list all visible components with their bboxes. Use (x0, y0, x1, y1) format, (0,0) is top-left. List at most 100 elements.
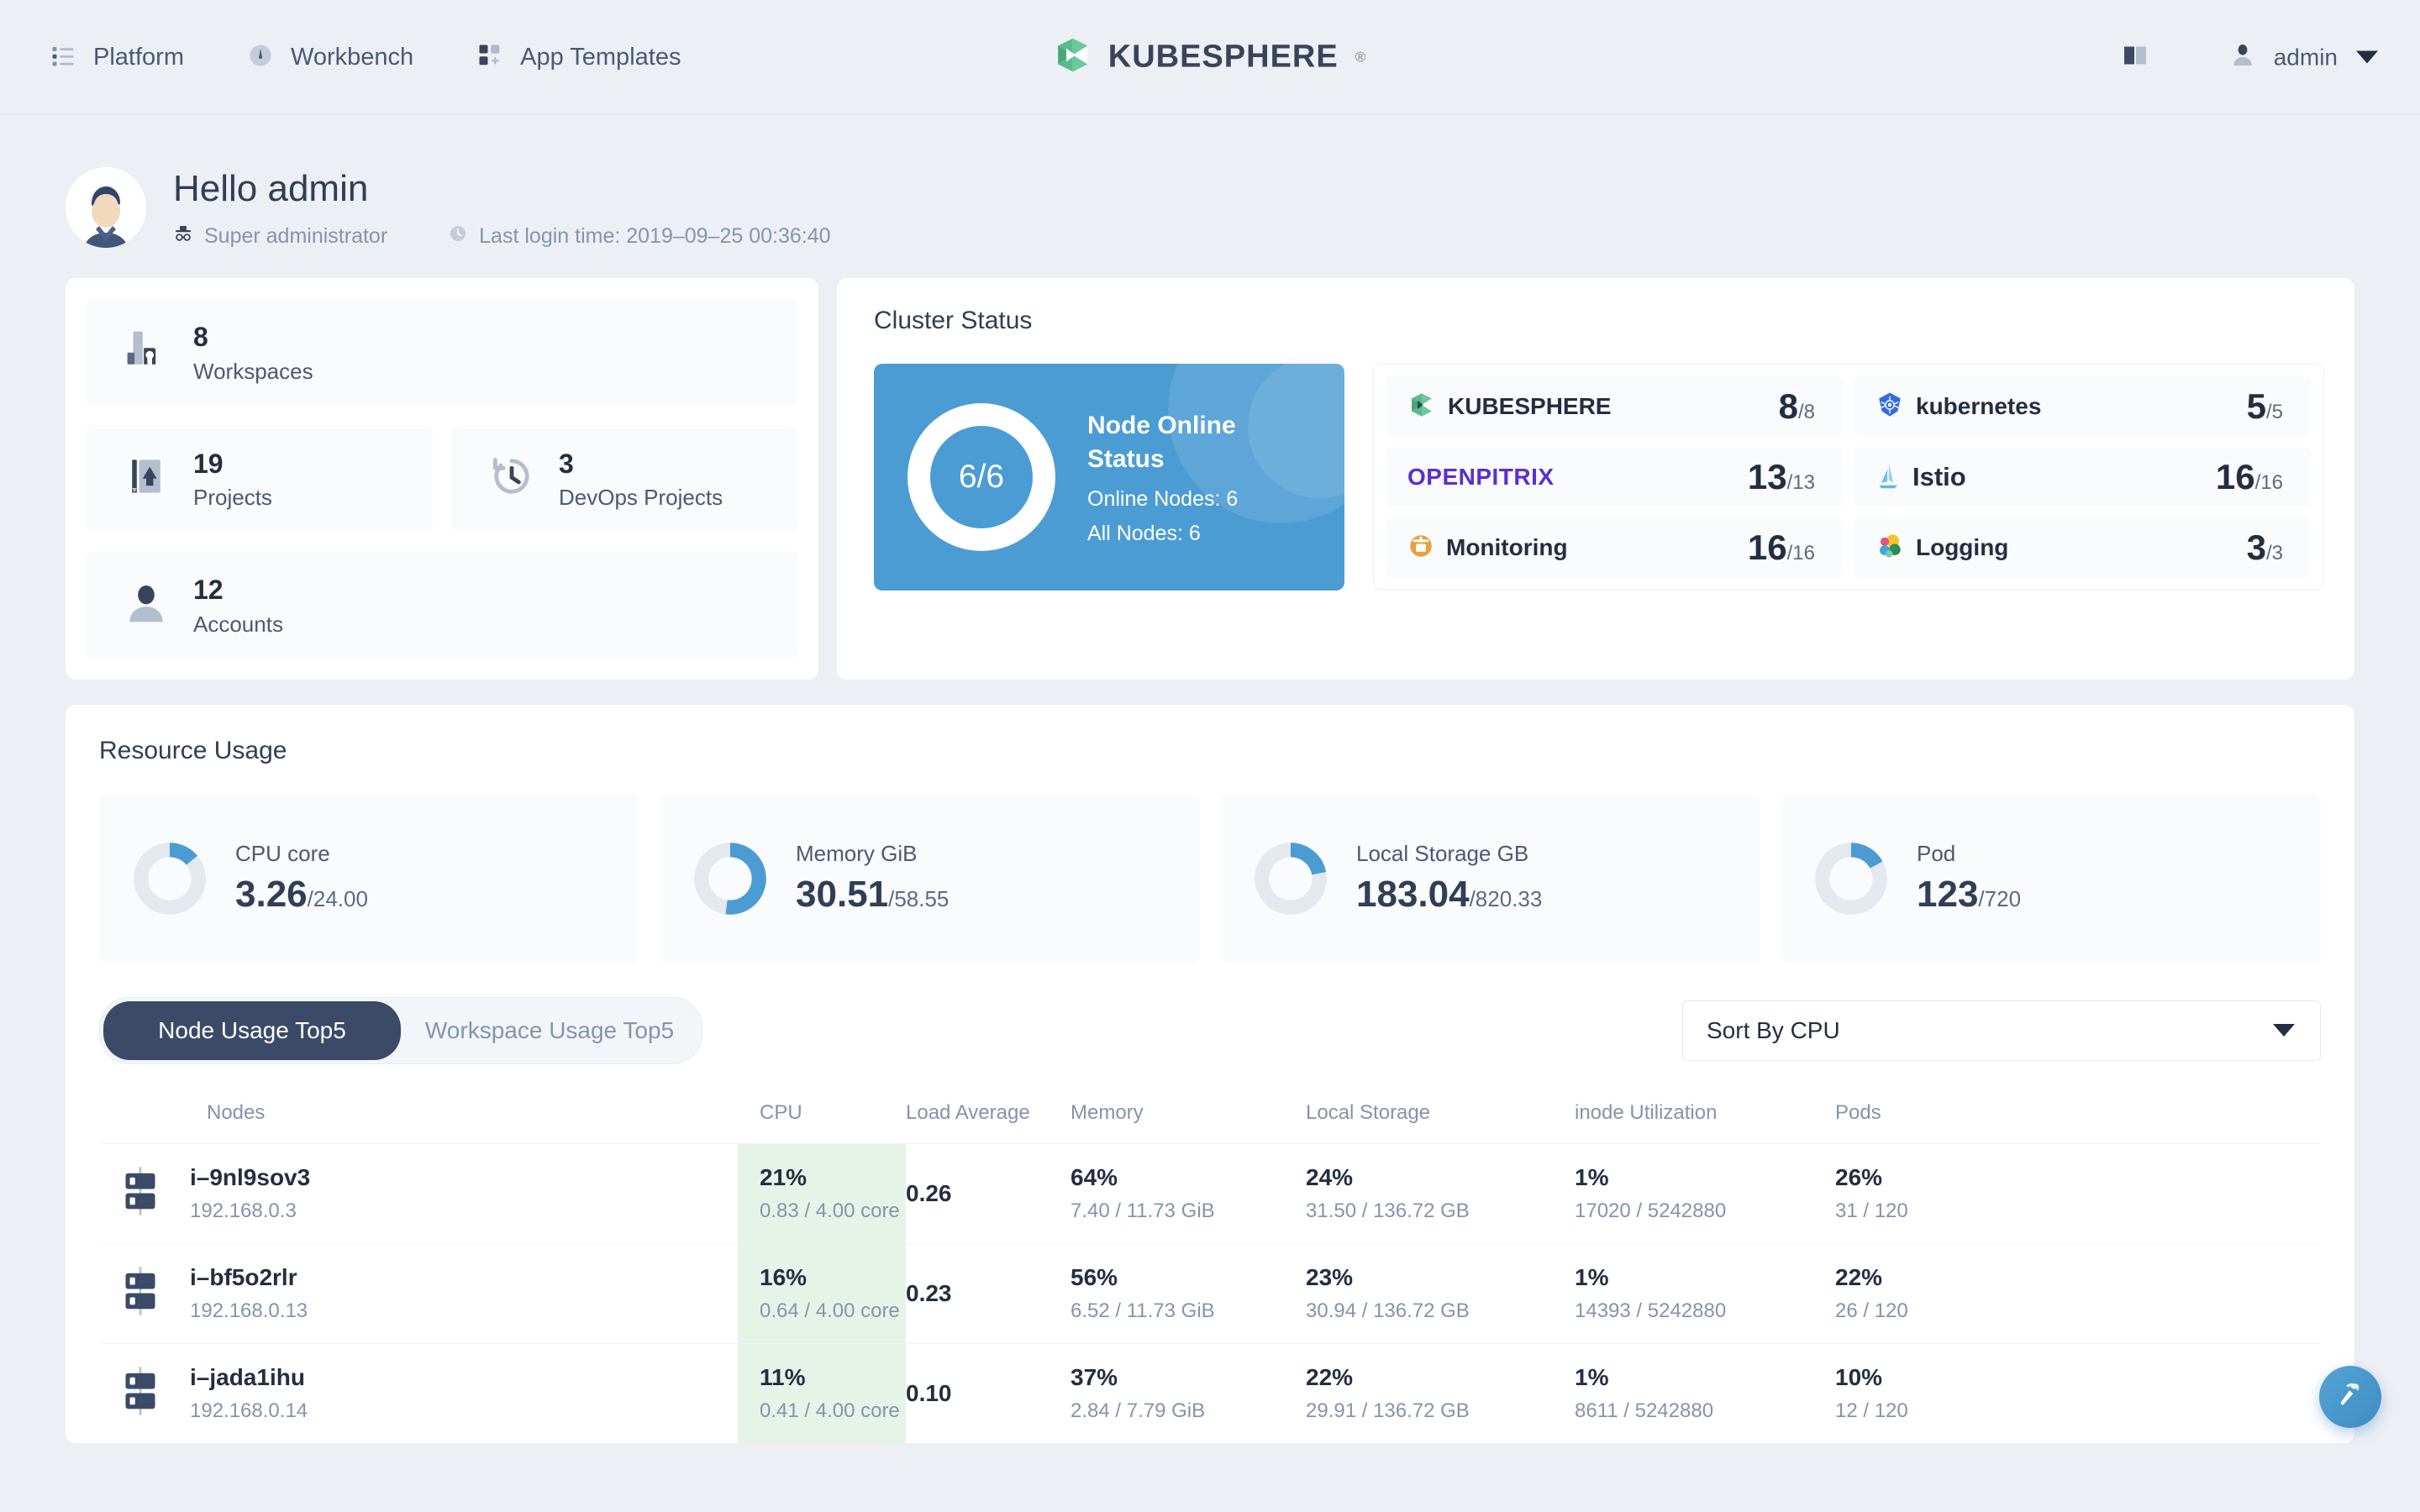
node-name: i–bf5o2rlr (190, 1263, 297, 1290)
brand-name: KUBESPHERE (1107, 39, 1339, 75)
online-nodes-label: Online Nodes: 6 (1087, 486, 1239, 511)
pods-percent: 10% (1835, 1363, 1883, 1390)
nav-item-app-templates[interactable]: App Templates (477, 43, 681, 72)
user-role: Super administrator (173, 223, 387, 249)
gauge-total: /820.33 (1469, 886, 1543, 912)
table-row[interactable]: i–jada1ihu 192.168.0.14 11% 0.41 / 4.00 … (99, 1343, 2321, 1443)
book-icon[interactable] (2123, 45, 2149, 71)
tab-node-usage-top5[interactable]: Node Usage Top5 (103, 1000, 401, 1060)
component-logging[interactable]: Logging 3/3 (1854, 517, 2312, 578)
cell-memory: 37% 2.84 / 7.79 GiB (1071, 1343, 1306, 1443)
cpu-detail: 0.64 / 4.00 core (760, 1299, 900, 1322)
stat-text-block: 12 Accounts (193, 573, 283, 638)
component-kubernetes[interactable]: kubernetes 5/5 (1854, 376, 2312, 437)
gauge-label: Local Storage GB (1356, 841, 1529, 867)
compass-icon (248, 43, 273, 72)
pods-detail: 12 / 120 (1835, 1399, 1908, 1422)
node-text-block: i–bf5o2rlr 192.168.0.13 (190, 1264, 308, 1323)
stat-card-accounts[interactable]: 12 Accounts (86, 551, 798, 659)
inode-percent: 1% (1575, 1163, 1609, 1190)
component-openpitrix[interactable]: OPENPITRIX 13/13 (1386, 447, 1844, 507)
th-inode-utilization: inode Utilization (1575, 1100, 1718, 1124)
component-value: 16/16 (1748, 528, 1815, 568)
brand-trademark: ® (1355, 49, 1366, 65)
table-row[interactable]: i–bf5o2rlr 192.168.0.13 16% 0.64 / 4.00 … (99, 1243, 2321, 1344)
kubernetes-icon (1876, 391, 1904, 423)
nav-right-actions: admin (2123, 43, 2378, 72)
stat-text-block: 19 Projects (193, 447, 272, 512)
table-controls: Node Usage Top5 Workspace Usage Top5 Sor… (99, 996, 2321, 1064)
gauge-card-pod[interactable]: Pod 123/720 (1781, 793, 2321, 963)
cell-inode: 1% 8611 / 5242880 (1575, 1343, 1835, 1443)
clock-icon (448, 223, 468, 249)
server-icon (119, 1367, 161, 1420)
primary-nav: Platform Workbench App Templates (50, 43, 681, 72)
gauge-card-memory[interactable]: Memory GiB 30.51/58.55 (660, 793, 1200, 963)
gauge-card-local-storage[interactable]: Local Storage GB 183.04/820.33 (1220, 793, 1760, 963)
memory-percent: 64% (1071, 1163, 1118, 1190)
list-icon (50, 43, 76, 72)
chevron-down-icon[interactable] (2356, 50, 2378, 64)
gauge-card-cpu[interactable]: CPU core 3.26/24.00 (99, 793, 639, 963)
user-icon (2230, 43, 2255, 72)
grid-plus-icon (477, 43, 502, 72)
brand-logo[interactable]: KUBESPHERE ® (1055, 37, 1365, 78)
cell-local-storage: 23% 30.94 / 136.72 GB (1306, 1243, 1575, 1343)
stat-card-workspaces[interactable]: 8 Workspaces (86, 298, 798, 407)
memory-percent: 37% (1071, 1363, 1118, 1390)
istio-icon (1876, 460, 1901, 495)
node-card-title: Node Online Status (1087, 411, 1236, 474)
top-navigation-bar: Platform Workbench App Templates KUBESPH… (0, 0, 2420, 115)
component-value: 5/5 (2247, 386, 2283, 427)
component-kubesphere[interactable]: KUBESPHERE 8/8 (1386, 376, 1844, 437)
sort-select[interactable]: Sort By CPU (1682, 1000, 2321, 1061)
pods-detail: 31 / 120 (1835, 1199, 1908, 1222)
component-istio[interactable]: Istio 16/16 (1854, 447, 2312, 507)
gauge-total: /24.00 (307, 886, 368, 912)
cell-node: i–9nl9sov3 192.168.0.3 (99, 1143, 738, 1243)
avatar (66, 167, 146, 248)
node-ip: 192.168.0.3 (190, 1199, 297, 1222)
elastic-icon (1876, 532, 1904, 564)
load-average-value: 0.23 (906, 1279, 952, 1306)
inode-percent: 1% (1575, 1363, 1609, 1390)
table-row[interactable]: i–9nl9sov3 192.168.0.3 21% 0.83 / 4.00 c… (99, 1143, 2321, 1244)
cell-inode: 1% 17020 / 5242880 (1575, 1143, 1835, 1243)
tab-workspace-usage-top5[interactable]: Workspace Usage Top5 (401, 1001, 698, 1060)
cluster-status-body: 6/6 Node Online Status Online Nodes: 6 A… (874, 364, 2324, 591)
cell-local-storage: 24% 31.50 / 136.72 GB (1306, 1143, 1575, 1243)
node-online-status-card[interactable]: 6/6 Node Online Status Online Nodes: 6 A… (874, 364, 1344, 591)
storage-usage-ring (1255, 843, 1327, 915)
gauge-text-block: Pod 123/720 (1917, 841, 2021, 916)
component-name: Monitoring (1446, 534, 1568, 560)
component-name-block: Istio (1876, 460, 1966, 495)
user-menu[interactable]: admin (2230, 43, 2378, 72)
stat-label: Accounts (193, 611, 283, 637)
memory-detail: 2.84 / 7.79 GiB (1071, 1399, 1206, 1422)
stat-label: Workspaces (193, 358, 313, 384)
node-identity: i–9nl9sov3 192.168.0.3 (99, 1164, 738, 1223)
component-value: 8/8 (1779, 386, 1815, 427)
th-nodes: Nodes (207, 1100, 266, 1124)
node-text-block: i–jada1ihu 192.168.0.14 (190, 1364, 308, 1423)
component-monitoring[interactable]: Monitoring 16/16 (1386, 517, 1844, 578)
cpu-percent: 11% (760, 1363, 806, 1390)
gauge-total: /720 (1978, 886, 2022, 912)
nav-item-platform[interactable]: Platform (50, 43, 184, 72)
cluster-status-panel: Cluster Status 6/6 Node Online Status On… (837, 278, 2354, 680)
cluster-status-title: Cluster Status (874, 307, 1033, 334)
cell-pods: 26% 31 / 120 (1835, 1143, 2321, 1243)
stat-card-projects[interactable]: 19 Projects (86, 424, 433, 533)
table-head: Nodes CPU Load Average Memory Local Stor… (99, 1083, 2321, 1144)
gauge-label: Pod (1917, 841, 1956, 867)
stat-label: Projects (193, 485, 272, 511)
component-total: /3 (2265, 542, 2283, 564)
cell-memory: 64% 7.40 / 11.73 GiB (1071, 1143, 1306, 1243)
cell-cpu: 21% 0.83 / 4.00 core (738, 1143, 906, 1244)
stat-card-devops-projects[interactable]: 3 DevOps Projects (451, 424, 798, 533)
component-count: 3 (2246, 528, 2266, 567)
component-name: Istio (1912, 462, 1966, 491)
nav-item-workbench[interactable]: Workbench (248, 43, 413, 72)
usage-tabs: Node Usage Top5 Workspace Usage Top5 (99, 996, 702, 1064)
toolbox-fab-button[interactable] (2319, 1366, 2381, 1428)
